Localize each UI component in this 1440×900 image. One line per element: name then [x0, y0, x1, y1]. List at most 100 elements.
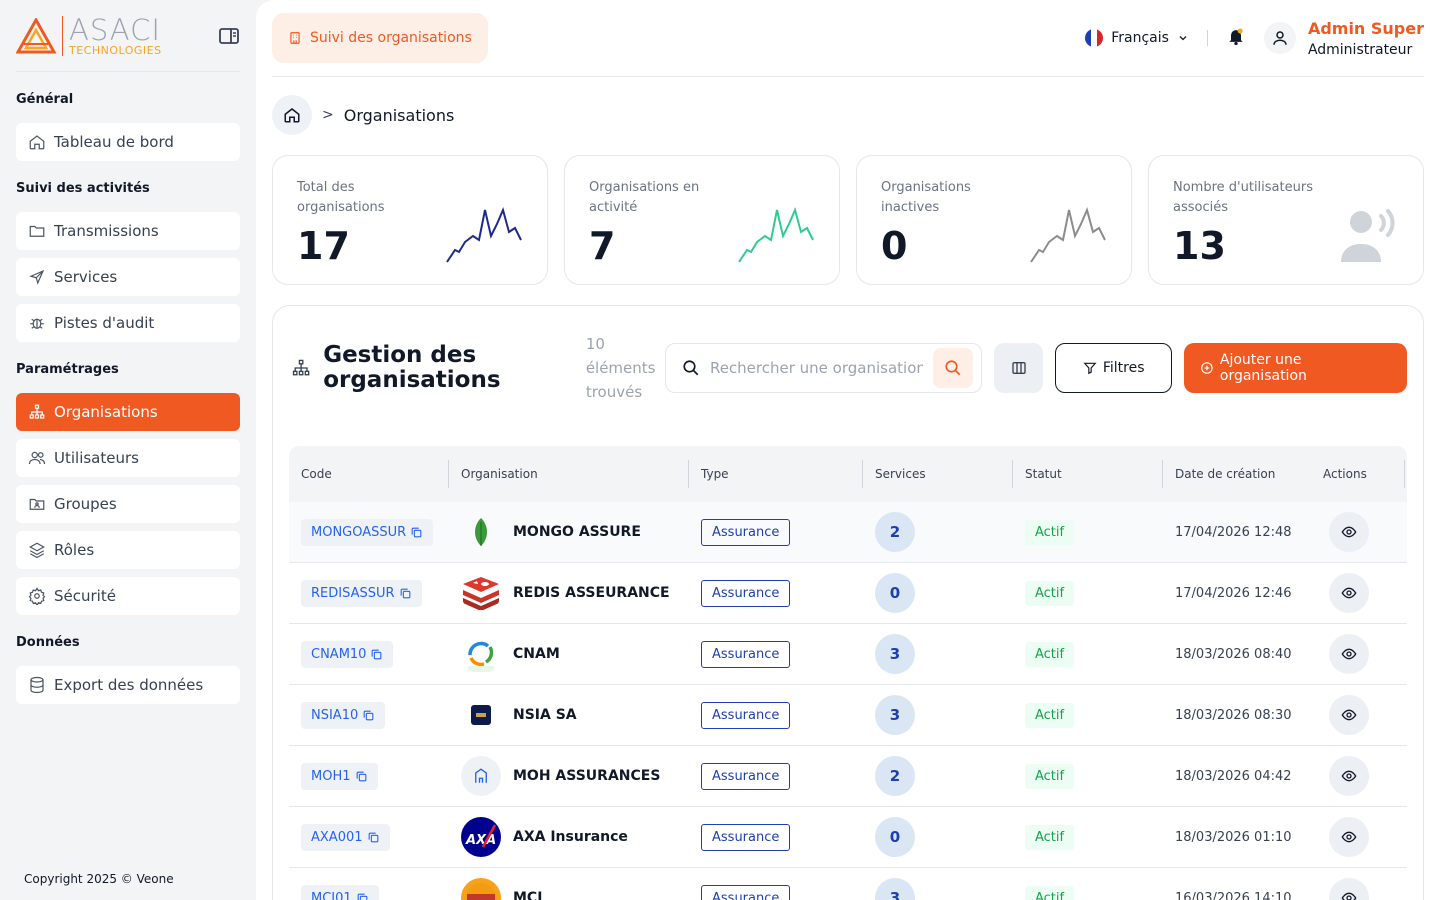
- org-name: REDIS ASSEURANCE: [513, 585, 670, 601]
- sidebar-item-roles[interactable]: Rôles: [16, 531, 240, 569]
- table-row[interactable]: MCI01 MCI Assurance 3 Actif 16/03/2026 1…: [289, 868, 1407, 900]
- sidebar-item-export[interactable]: Export des données: [16, 666, 240, 704]
- search-box: [664, 343, 982, 393]
- type-chip: Assurance: [701, 701, 791, 729]
- columns-toggle-button[interactable]: [993, 343, 1044, 393]
- org-name: MCI: [513, 890, 543, 900]
- view-button[interactable]: [1329, 695, 1369, 735]
- mci-logo-icon: [461, 878, 501, 900]
- code-chip[interactable]: MOH1: [301, 762, 378, 790]
- column-header-services[interactable]: Services: [863, 460, 1013, 488]
- copy-icon[interactable]: [355, 770, 368, 783]
- view-button[interactable]: [1329, 756, 1369, 796]
- user-role: Administrateur: [1307, 41, 1413, 58]
- brand-header: ASACI TECHNOLOGIES: [16, 0, 240, 72]
- services-count: 2: [875, 756, 915, 796]
- column-header-type[interactable]: Type: [689, 460, 863, 488]
- table-row[interactable]: MONGOASSUR MONGO ASSURE Assurance 2 Acti…: [289, 502, 1407, 563]
- org-name: AXA Insurance: [513, 829, 628, 845]
- page-context-label: Suivi des organisations: [310, 30, 472, 46]
- users-icon: [28, 451, 46, 465]
- copy-icon[interactable]: [367, 831, 380, 844]
- bug-icon: [30, 318, 44, 329]
- breadcrumb-home[interactable]: [272, 95, 312, 135]
- home-icon: [29, 135, 45, 150]
- code-chip[interactable]: NSIA10: [301, 701, 386, 729]
- view-button[interactable]: [1329, 817, 1369, 857]
- org-code: REDISASSUR: [311, 585, 395, 601]
- sidebar-item-tableau-de-bord[interactable]: Tableau de bord: [16, 123, 240, 161]
- table-row[interactable]: MOH1 MOH ASSURANCES Assurance 2 Actif 18…: [289, 746, 1407, 807]
- sidebar-item-transmissions[interactable]: Transmissions: [16, 212, 240, 250]
- sidebar-item-securite[interactable]: Sécurité: [16, 577, 240, 615]
- result-count: 10 éléments trouvés: [585, 335, 656, 401]
- sidebar-item-organisations[interactable]: Organisations: [16, 393, 240, 431]
- column-header-statut[interactable]: Statut: [1013, 460, 1163, 488]
- sidebar-item-utilisateurs[interactable]: Utilisateurs: [16, 439, 240, 477]
- org-name: MOH ASSURANCES: [513, 768, 661, 784]
- copy-icon[interactable]: [362, 709, 375, 722]
- table-row[interactable]: AXA001 AXA AXA Insurance Assurance 0 Acti…: [289, 807, 1407, 868]
- view-button[interactable]: [1329, 878, 1369, 900]
- view-button[interactable]: [1329, 512, 1369, 552]
- org-code: MOH1: [311, 768, 351, 784]
- breadcrumb-separator: >: [322, 107, 334, 123]
- filter-button[interactable]: Filtres: [1055, 343, 1173, 393]
- code-chip[interactable]: REDISASSUR: [301, 579, 422, 607]
- nsia-logo-icon: [461, 695, 501, 735]
- type-chip: Assurance: [701, 518, 791, 546]
- column-header-date[interactable]: Date de création: [1163, 460, 1311, 488]
- sidebar-toggle-icon[interactable]: [218, 27, 240, 45]
- search-input[interactable]: [709, 359, 923, 377]
- section-title-general: Général: [16, 92, 74, 107]
- add-organisation-button[interactable]: Ajouter une organisation: [1184, 343, 1408, 393]
- sidebar-item-groupes[interactable]: Groupes: [16, 485, 240, 523]
- user-name: Admin Super: [1307, 18, 1424, 38]
- sitemap-icon: [292, 359, 310, 376]
- sidebar-item-label: Rôles: [54, 541, 95, 559]
- card-title: Gestion des organisations: [323, 342, 501, 393]
- view-button[interactable]: [1329, 634, 1369, 674]
- user-menu[interactable]: Admin Super Administrateur: [1263, 18, 1424, 58]
- asaci-logo[interactable]: ASACI TECHNOLOGIES: [16, 15, 162, 56]
- sidebar-item-services[interactable]: Services: [16, 258, 240, 296]
- sidebar-item-pistes-audit[interactable]: Pistes d'audit: [16, 304, 240, 342]
- created-date: 18/03/2026 04:42: [1175, 768, 1292, 784]
- filter-icon: [1083, 362, 1097, 375]
- org-code: NSIA10: [311, 707, 359, 723]
- table-row[interactable]: CNAM10 CNAM Assurance 3 Actif 18/03/2026…: [289, 624, 1407, 685]
- eye-icon: [1341, 587, 1357, 599]
- plus-circle-icon: [1201, 362, 1213, 374]
- copy-icon[interactable]: [356, 892, 369, 900]
- services-count: 3: [875, 634, 915, 674]
- sidebar-item-label: Utilisateurs: [54, 449, 139, 467]
- stat-card-active: Organisations en activité 7: [564, 155, 840, 285]
- cnam-logo-icon: [461, 634, 501, 674]
- search-icon: [683, 360, 699, 376]
- code-chip[interactable]: AXA001: [301, 823, 390, 851]
- leaf-logo-icon: [461, 512, 501, 552]
- code-chip[interactable]: CNAM10: [301, 640, 394, 668]
- sparkline-icon: [738, 206, 814, 263]
- type-chip: Assurance: [701, 762, 791, 790]
- home-icon: [284, 108, 300, 123]
- copy-icon[interactable]: [410, 526, 423, 539]
- org-code: MONGOASSUR: [311, 524, 407, 540]
- section-title-parametrages: Paramétrages: [16, 362, 119, 377]
- code-chip[interactable]: MONGOASSUR: [301, 518, 434, 546]
- copy-icon[interactable]: [399, 587, 412, 600]
- column-header-organisation[interactable]: Organisation: [449, 460, 689, 488]
- eye-icon: [1341, 648, 1357, 660]
- notification-bell-icon[interactable]: [1226, 26, 1246, 50]
- copy-icon[interactable]: [370, 648, 383, 661]
- view-button[interactable]: [1329, 573, 1369, 613]
- table-row[interactable]: REDISASSUR REDIS ASSEURANCE Assurance 0 …: [289, 563, 1407, 624]
- code-chip[interactable]: MCI01: [301, 884, 379, 900]
- search-button[interactable]: [932, 348, 973, 388]
- sidebar-item-label: Transmissions: [54, 222, 159, 240]
- column-header-code[interactable]: Code: [289, 460, 449, 488]
- page-context-chip[interactable]: Suivi des organisations: [272, 13, 488, 63]
- table-row[interactable]: NSIA10 NSIA SA Assurance 3 Actif 18/03/2…: [289, 685, 1407, 746]
- send-icon: [29, 269, 45, 285]
- language-selector[interactable]: Français: [1085, 29, 1189, 47]
